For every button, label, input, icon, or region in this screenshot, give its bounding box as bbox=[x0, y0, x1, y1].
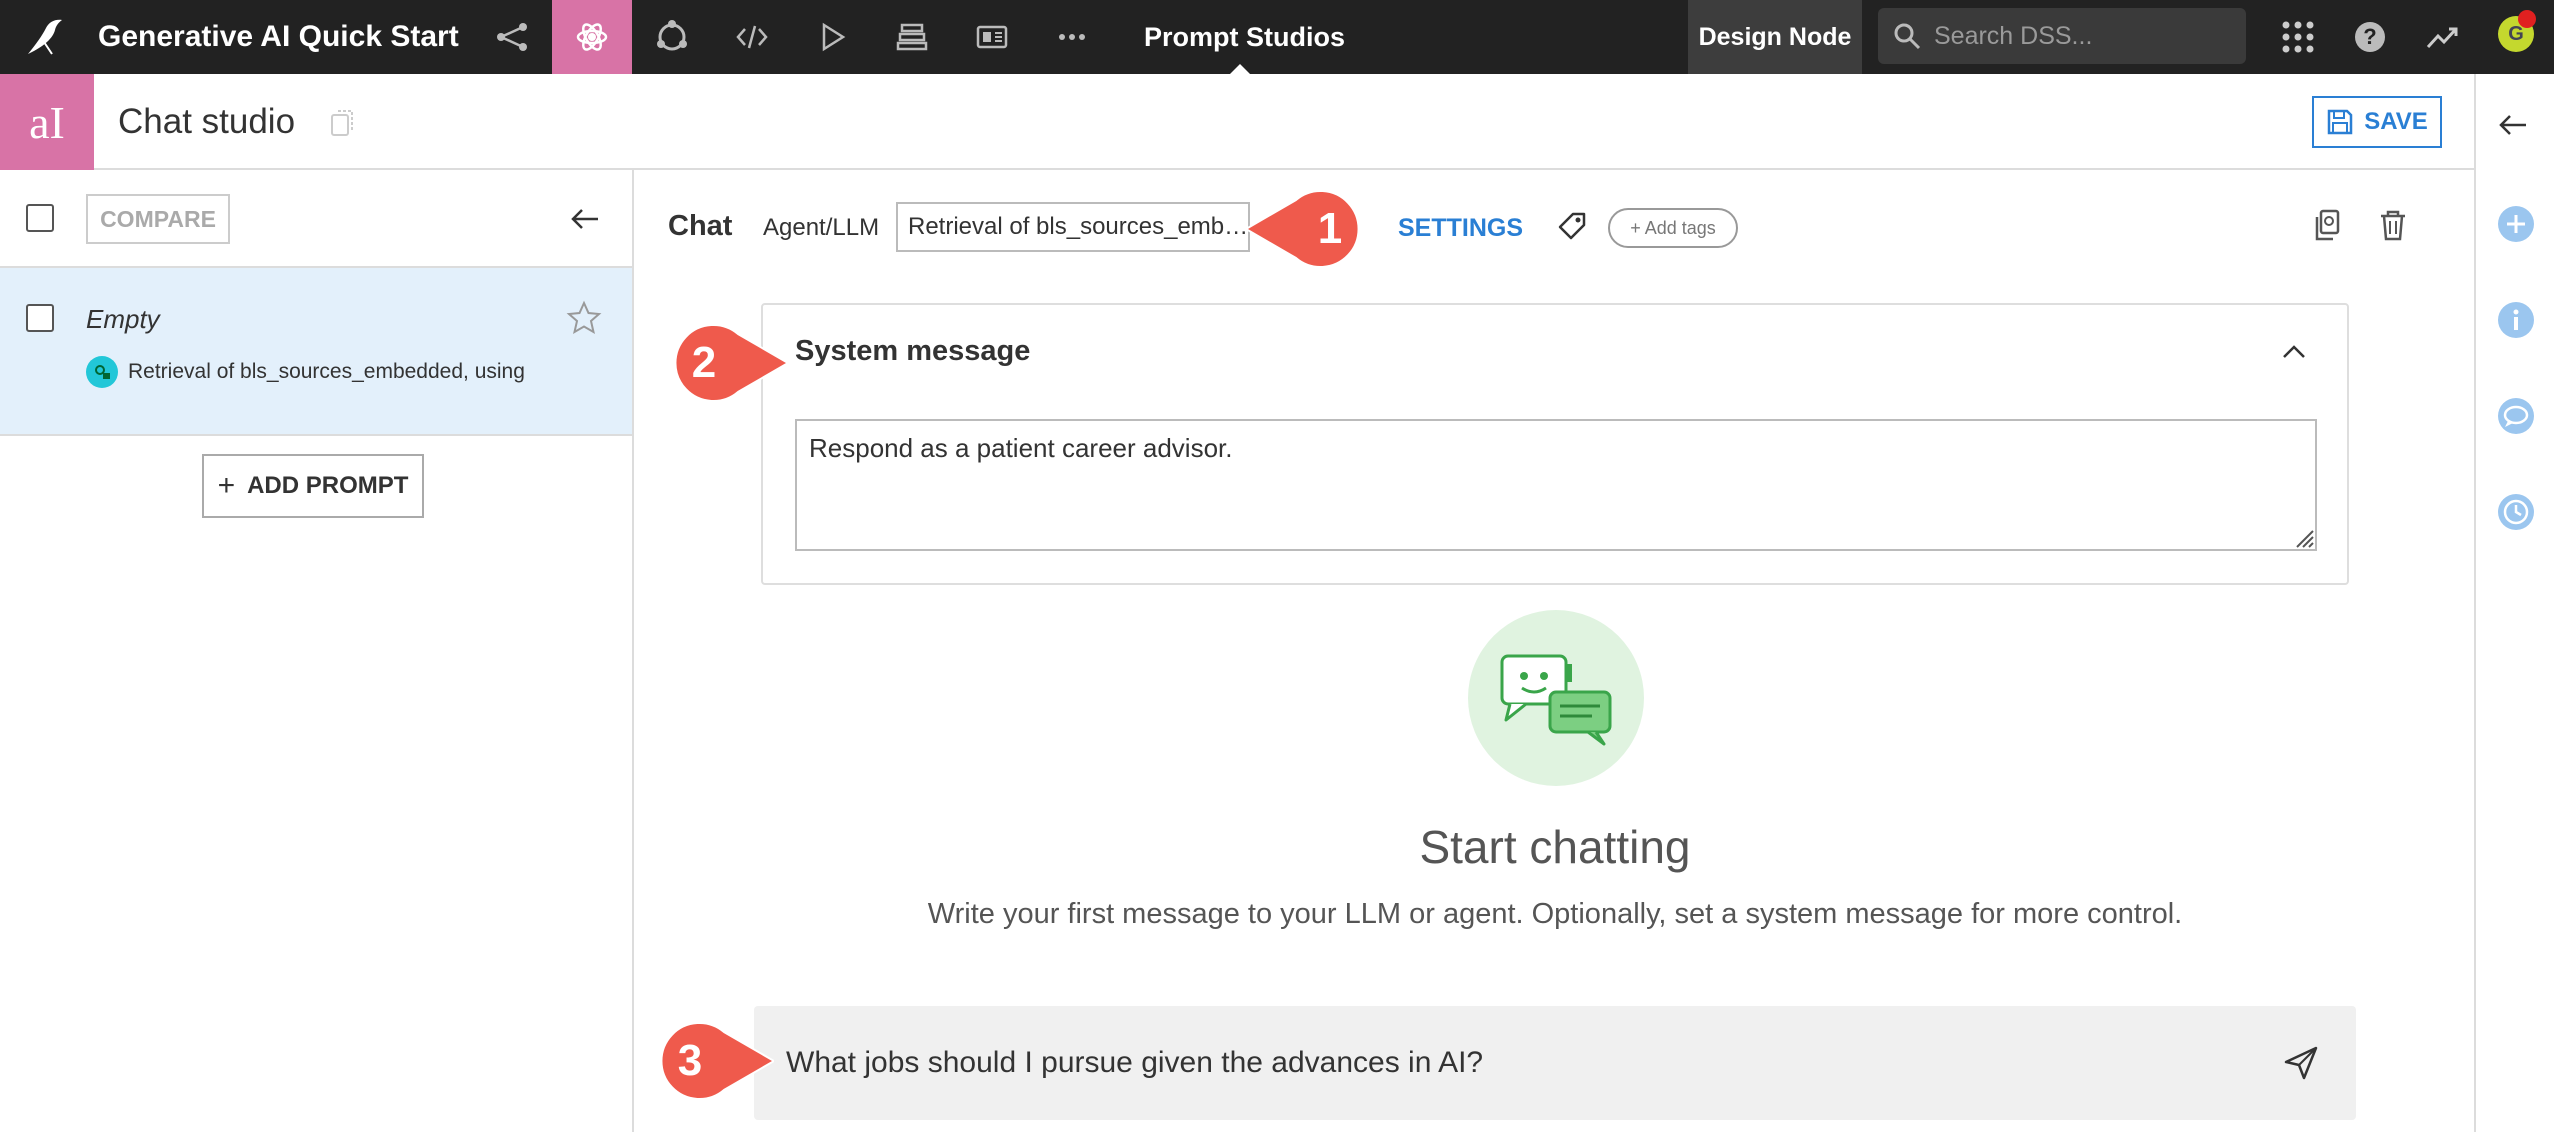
system-message-title[interactable]: System message bbox=[795, 335, 1030, 368]
agent-llm-label: Agent/LLM bbox=[763, 214, 880, 241]
help-icon[interactable]: ? bbox=[2350, 17, 2390, 57]
more-icon[interactable] bbox=[1032, 0, 1112, 74]
save-label: SAVE bbox=[2364, 108, 2428, 135]
copy-icon[interactable] bbox=[330, 108, 356, 138]
history-icon[interactable] bbox=[2496, 492, 2536, 532]
tag-icon[interactable] bbox=[1556, 210, 1588, 242]
search-icon bbox=[1894, 23, 1921, 50]
annotation-callout-3: 3 bbox=[648, 1020, 776, 1102]
design-node-label[interactable]: Design Node bbox=[1688, 0, 1862, 74]
prompt-name: Empty bbox=[86, 304, 160, 334]
prompt-list-item[interactable]: Empty Retrieval of bls_sources_embedded,… bbox=[0, 268, 632, 436]
settings-link[interactable]: SETTINGS bbox=[1398, 214, 1523, 243]
collapse-panel-icon[interactable] bbox=[568, 202, 602, 236]
dashboard-icon[interactable] bbox=[952, 0, 1032, 74]
agent-llm-select[interactable]: Retrieval of bls_sources_emb… bbox=[896, 202, 1250, 252]
search-input[interactable]: Search DSS... bbox=[1878, 8, 2246, 64]
chat-icon[interactable] bbox=[2496, 396, 2536, 436]
trending-icon[interactable] bbox=[2422, 17, 2462, 57]
chat-bubbles-illustration bbox=[1468, 610, 1644, 786]
prompt-model-text: Retrieval of bls_sources_embedded, using bbox=[128, 360, 525, 383]
flow-icon[interactable] bbox=[472, 0, 552, 74]
nav-current-section[interactable]: Prompt Studios bbox=[1144, 0, 1345, 74]
system-message-input[interactable]: Respond as a patient career advisor. bbox=[795, 419, 2317, 551]
project-title[interactable]: Generative AI Quick Start bbox=[98, 0, 459, 74]
apps-grid-icon[interactable] bbox=[2278, 17, 2318, 57]
lab-icon[interactable] bbox=[552, 0, 632, 74]
system-message-card: System message Respond as a patient care… bbox=[761, 303, 2349, 585]
annotation-number-1: 1 bbox=[1317, 204, 1343, 253]
retrieval-model-icon bbox=[86, 356, 118, 388]
send-icon[interactable] bbox=[2282, 1044, 2320, 1082]
save-button[interactable]: SAVE bbox=[2312, 96, 2442, 148]
annotation-callout-1: 1 bbox=[1244, 188, 1372, 270]
studio-header: aI Chat studio SAVE bbox=[0, 74, 2474, 170]
code-icon[interactable] bbox=[712, 0, 792, 74]
chat-main: Chat Agent/LLM Retrieval of bls_sources_… bbox=[636, 170, 2474, 1132]
add-prompt-label: ADD PROMPT bbox=[247, 472, 409, 499]
add-prompt-button[interactable]: + ADD PROMPT bbox=[202, 454, 424, 518]
resize-grip-icon[interactable] bbox=[2293, 527, 2315, 549]
search-placeholder: Search DSS... bbox=[1934, 21, 2093, 50]
duplicate-icon[interactable] bbox=[2312, 208, 2346, 242]
annotation-number-2: 2 bbox=[691, 338, 717, 387]
info-icon[interactable] bbox=[2496, 300, 2536, 340]
prompts-panel: COMPARE Empty Retrieval of bls_sources_e… bbox=[0, 170, 634, 1132]
chevron-up-icon[interactable] bbox=[2277, 335, 2311, 369]
chat-message-text[interactable]: What jobs should I pursue given the adva… bbox=[786, 1046, 1483, 1080]
star-icon[interactable] bbox=[566, 300, 602, 336]
page-title[interactable]: Chat studio bbox=[118, 74, 295, 170]
annotation-callout-2: 2 bbox=[662, 322, 790, 404]
chat-message-input[interactable]: What jobs should I pursue given the adva… bbox=[754, 1006, 2356, 1120]
prompt-studio-badge: aI bbox=[0, 74, 94, 170]
add-tags-button[interactable]: + Add tags bbox=[1608, 208, 1738, 248]
dataiku-bird-logo[interactable] bbox=[22, 14, 68, 60]
back-arrow-icon[interactable] bbox=[2496, 108, 2530, 142]
add-icon[interactable] bbox=[2496, 204, 2536, 244]
trash-icon[interactable] bbox=[2376, 208, 2410, 242]
prompt-model: Retrieval of bls_sources_embedded, using bbox=[86, 356, 525, 388]
ml-icon[interactable] bbox=[632, 0, 712, 74]
empty-state-subtitle: Write your first message to your LLM or … bbox=[927, 898, 2183, 930]
notification-dot bbox=[2518, 10, 2536, 28]
select-all-checkbox[interactable] bbox=[26, 204, 54, 232]
chat-robot-icon bbox=[1500, 654, 1612, 746]
help-glyph: ? bbox=[2355, 22, 2385, 52]
stack-icon[interactable] bbox=[872, 0, 952, 74]
prompts-toolbar: COMPARE bbox=[0, 170, 632, 268]
empty-state-title: Start chatting bbox=[1419, 821, 1691, 873]
right-rail bbox=[2474, 74, 2554, 1132]
prompt-checkbox[interactable] bbox=[26, 304, 54, 332]
compare-button[interactable]: COMPARE bbox=[86, 194, 230, 244]
plus-icon: + bbox=[217, 469, 236, 502]
nav-caret bbox=[1230, 64, 1250, 74]
floppy-icon bbox=[2327, 109, 2353, 135]
top-nav: Generative AI Quick Start Prompt Studios… bbox=[0, 0, 2554, 74]
annotation-number-3: 3 bbox=[677, 1036, 703, 1085]
chat-heading: Chat bbox=[668, 210, 733, 242]
run-icon[interactable] bbox=[792, 0, 872, 74]
